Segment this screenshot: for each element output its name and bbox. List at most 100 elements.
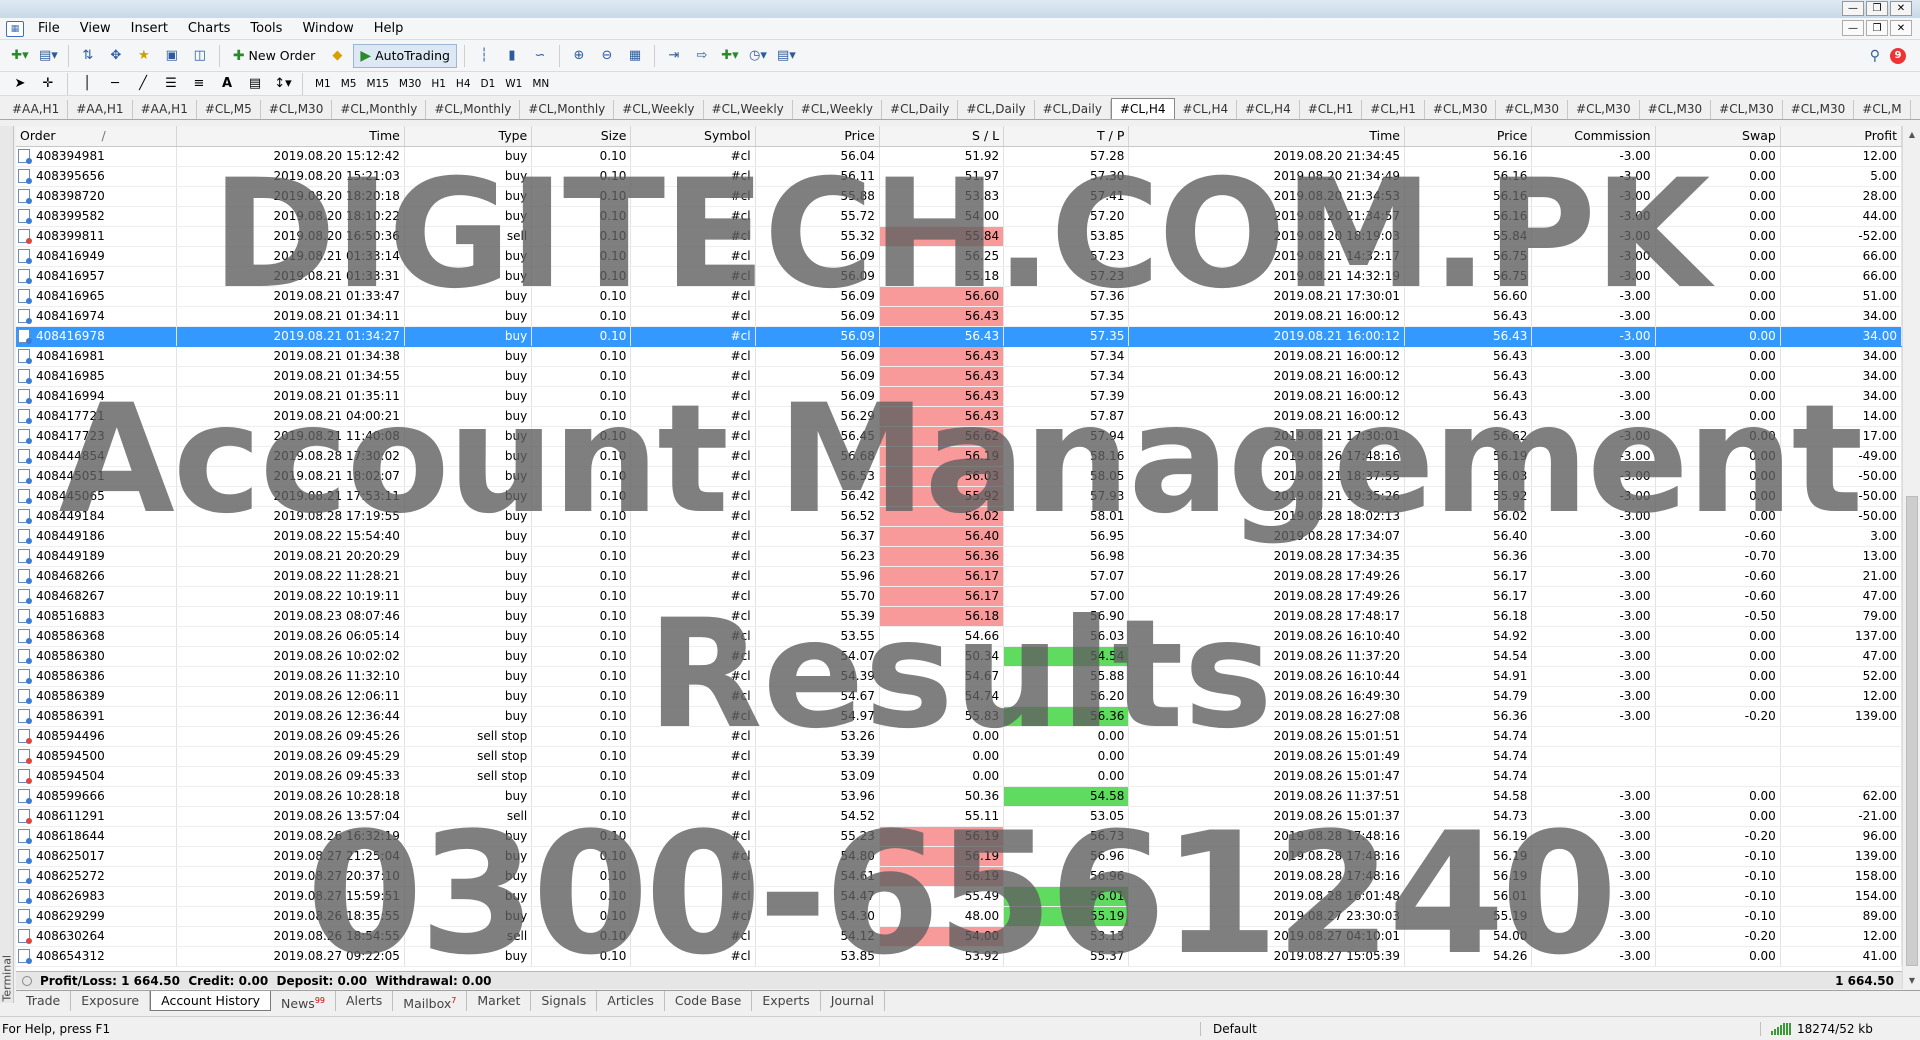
periods-icon[interactable]: ◷▾ <box>746 44 770 68</box>
timeframe-m30[interactable]: M30 <box>394 74 426 94</box>
timeframe-m1[interactable]: M1 <box>310 74 336 94</box>
column-header[interactable]: Order / <box>16 126 178 147</box>
timeframe-d1[interactable]: D1 <box>476 74 501 94</box>
chart-tab[interactable]: #CL,Daily <box>882 100 959 119</box>
column-header[interactable]: Size <box>531 126 632 147</box>
chart-tab[interactable]: #CL,M <box>1854 100 1911 119</box>
timeframe-mn[interactable]: MN <box>527 74 554 94</box>
table-row[interactable]: 408416978 2019.08.21 01:34:27 buy 0.10 #cl 56… <box>16 326 1902 347</box>
autoscroll-icon[interactable]: ⇨ <box>690 44 714 68</box>
notification-badge[interactable]: 9 <box>1890 47 1906 64</box>
tab-news[interactable]: News99 <box>271 991 336 1011</box>
menu-tools[interactable]: Tools <box>242 18 294 40</box>
summary-toggle-icon[interactable] <box>22 975 32 986</box>
line-chart-icon[interactable]: ∽ <box>528 44 552 68</box>
chart-tab[interactable]: #CL,M30 <box>1783 100 1855 119</box>
chart-shift-icon[interactable]: ⇥ <box>662 44 686 68</box>
tab-alerts[interactable]: Alerts <box>336 991 394 1011</box>
scroll-up-icon[interactable]: ▲ <box>1903 126 1920 143</box>
close-icon[interactable]: ✕ <box>1890 1 1912 16</box>
table-row[interactable]: 408416957 2019.08.21 01:33:31 buy 0.10 #cl 56… <box>16 266 1902 287</box>
table-row[interactable]: 408399582 2019.08.20 18:10:22 buy 0.10 #cl 55… <box>16 206 1902 227</box>
close-icon[interactable]: ✕ <box>1890 20 1912 36</box>
scroll-down-icon[interactable]: ▼ <box>1903 972 1920 989</box>
menu-insert[interactable]: Insert <box>123 18 180 40</box>
equidistant-channel-icon[interactable]: ☰ <box>159 72 183 96</box>
table-row[interactable]: 408445051 2019.08.21 18:02:07 buy 0.10 #cl 56… <box>16 466 1902 487</box>
chart-tab[interactable]: #AA,H1 <box>4 100 69 119</box>
text-label-icon[interactable]: ▤ <box>243 72 267 96</box>
text-icon[interactable]: A <box>215 72 239 96</box>
arrows-icon[interactable]: ↕▾ <box>271 72 295 96</box>
table-row[interactable]: 408416994 2019.08.21 01:35:11 buy 0.10 #cl 56… <box>16 386 1902 407</box>
chart-tab[interactable]: #CL,H4 <box>1237 100 1300 119</box>
profiles-icon[interactable]: ▤▾ <box>36 44 61 68</box>
table-row[interactable]: 408449184 2019.08.28 17:19:55 buy 0.10 #cl 56… <box>16 506 1902 527</box>
timeframe-m5[interactable]: M5 <box>336 74 362 94</box>
metaeditor-icon[interactable]: ◆ <box>325 44 349 68</box>
chart-tab[interactable]: #CL,H4 <box>1175 100 1238 119</box>
column-header[interactable]: Profit <box>1780 126 1902 147</box>
table-row[interactable]: 408416949 2019.08.21 01:33:14 buy 0.10 #cl 56… <box>16 246 1902 267</box>
column-header[interactable]: Time <box>1128 126 1405 147</box>
tab-trade[interactable]: Trade <box>16 991 72 1011</box>
table-row[interactable]: 408654312 2019.08.27 09:22:05 buy 0.10 #cl 53… <box>16 946 1902 967</box>
search-icon[interactable]: ⚲ <box>1870 48 1880 64</box>
table-row[interactable]: 408449186 2019.08.22 15:54:40 buy 0.10 #cl 56… <box>16 526 1902 547</box>
column-header[interactable]: Price <box>1404 126 1533 147</box>
chart-tab[interactable]: #CL,M30 <box>1425 100 1497 119</box>
table-row[interactable]: 408468266 2019.08.22 11:28:21 buy 0.10 #cl 55… <box>16 566 1902 587</box>
indicators-icon[interactable]: ✚▾ <box>718 44 742 68</box>
vertical-scrollbar[interactable]: ▲ ▼ <box>1902 126 1920 989</box>
chart-tab[interactable]: #CL,M30 <box>1711 100 1783 119</box>
column-header[interactable]: T / P <box>1003 126 1130 147</box>
tab-journal[interactable]: Journal <box>821 991 886 1011</box>
bar-chart-icon[interactable]: ┆ <box>472 44 496 68</box>
tab-articles[interactable]: Articles <box>597 991 665 1011</box>
scroll-thumb[interactable] <box>1906 496 1918 966</box>
table-row[interactable]: 408625272 2019.08.27 20:37:10 buy 0.10 #cl 54… <box>16 866 1902 887</box>
minimize-icon[interactable]: — <box>1842 20 1864 36</box>
tab-market[interactable]: Market <box>467 991 532 1011</box>
table-row[interactable]: 408630264 2019.08.26 18:54:55 sell 0.10 #cl 5… <box>16 926 1902 947</box>
chart-tab[interactable]: #AA,H1 <box>68 100 133 119</box>
table-row[interactable]: 408626983 2019.08.27 15:59:51 buy 0.10 #cl 54… <box>16 886 1902 907</box>
tab-mailbox[interactable]: Mailbox7 <box>393 991 468 1011</box>
new-chart-icon[interactable]: ✚▾ <box>8 44 32 68</box>
chart-tab[interactable]: #CL,H1 <box>1300 100 1363 119</box>
column-header[interactable]: Time <box>176 126 405 147</box>
table-row[interactable]: 408399811 2019.08.20 16:50:36 sell 0.10 #cl 5… <box>16 226 1902 247</box>
table-row[interactable]: 408395656 2019.08.20 15:21:03 buy 0.10 #cl 56… <box>16 166 1902 187</box>
zoom-in-icon[interactable]: ⊕ <box>567 44 591 68</box>
tab-account-history[interactable]: Account History <box>150 991 272 1011</box>
trendline-icon[interactable]: ╱ <box>131 72 155 96</box>
chart-tab[interactable]: #CL,M30 <box>1496 100 1569 119</box>
autotrading-button[interactable]: ▶ AutoTrading <box>353 43 457 68</box>
table-row[interactable]: 408445065 2019.08.21 17:53:11 buy 0.10 #cl 56… <box>16 486 1902 507</box>
table-row[interactable]: 408449189 2019.08.21 20:20:29 buy 0.10 #cl 56… <box>16 546 1902 567</box>
column-header[interactable]: Commission <box>1531 126 1656 147</box>
tile-windows-icon[interactable]: ▦ <box>623 44 647 68</box>
zoom-out-icon[interactable]: ⊖ <box>595 44 619 68</box>
table-row[interactable]: 408516883 2019.08.23 08:07:46 buy 0.10 #cl 55… <box>16 606 1902 627</box>
menu-charts[interactable]: Charts <box>180 18 243 40</box>
menu-view[interactable]: View <box>72 18 123 40</box>
table-row[interactable]: 408599666 2019.08.26 10:28:18 buy 0.10 #cl 53… <box>16 786 1902 807</box>
minimize-icon[interactable]: — <box>1842 1 1864 16</box>
timeframe-w1[interactable]: W1 <box>500 74 527 94</box>
chart-tab[interactable]: #CL,Weekly <box>793 100 883 119</box>
column-header[interactable]: S / L <box>879 126 1005 147</box>
table-row[interactable]: 408416965 2019.08.21 01:33:47 buy 0.10 #cl 56… <box>16 286 1902 307</box>
data-window-icon[interactable]: ✥ <box>104 44 128 68</box>
timeframe-h4[interactable]: H4 <box>451 74 476 94</box>
chart-tab[interactable]: #CL,M30 <box>261 100 333 119</box>
crosshair-icon[interactable]: ✛ <box>36 72 60 96</box>
column-header[interactable]: Symbol <box>630 126 756 147</box>
table-row[interactable]: 408594500 2019.08.26 09:45:29 sell stop 0.1… <box>16 746 1902 767</box>
table-row[interactable]: 408594496 2019.08.26 09:45:26 sell stop 0.1… <box>16 726 1902 747</box>
timeframe-h1[interactable]: H1 <box>426 74 451 94</box>
table-row[interactable]: 408416981 2019.08.21 01:34:38 buy 0.10 #cl 56… <box>16 346 1902 367</box>
chart-tab[interactable]: #CL,Daily <box>958 100 1035 119</box>
new-order-button[interactable]: ✚ New Order <box>227 44 322 68</box>
chart-tab[interactable]: #CL,Daily <box>1035 100 1111 119</box>
